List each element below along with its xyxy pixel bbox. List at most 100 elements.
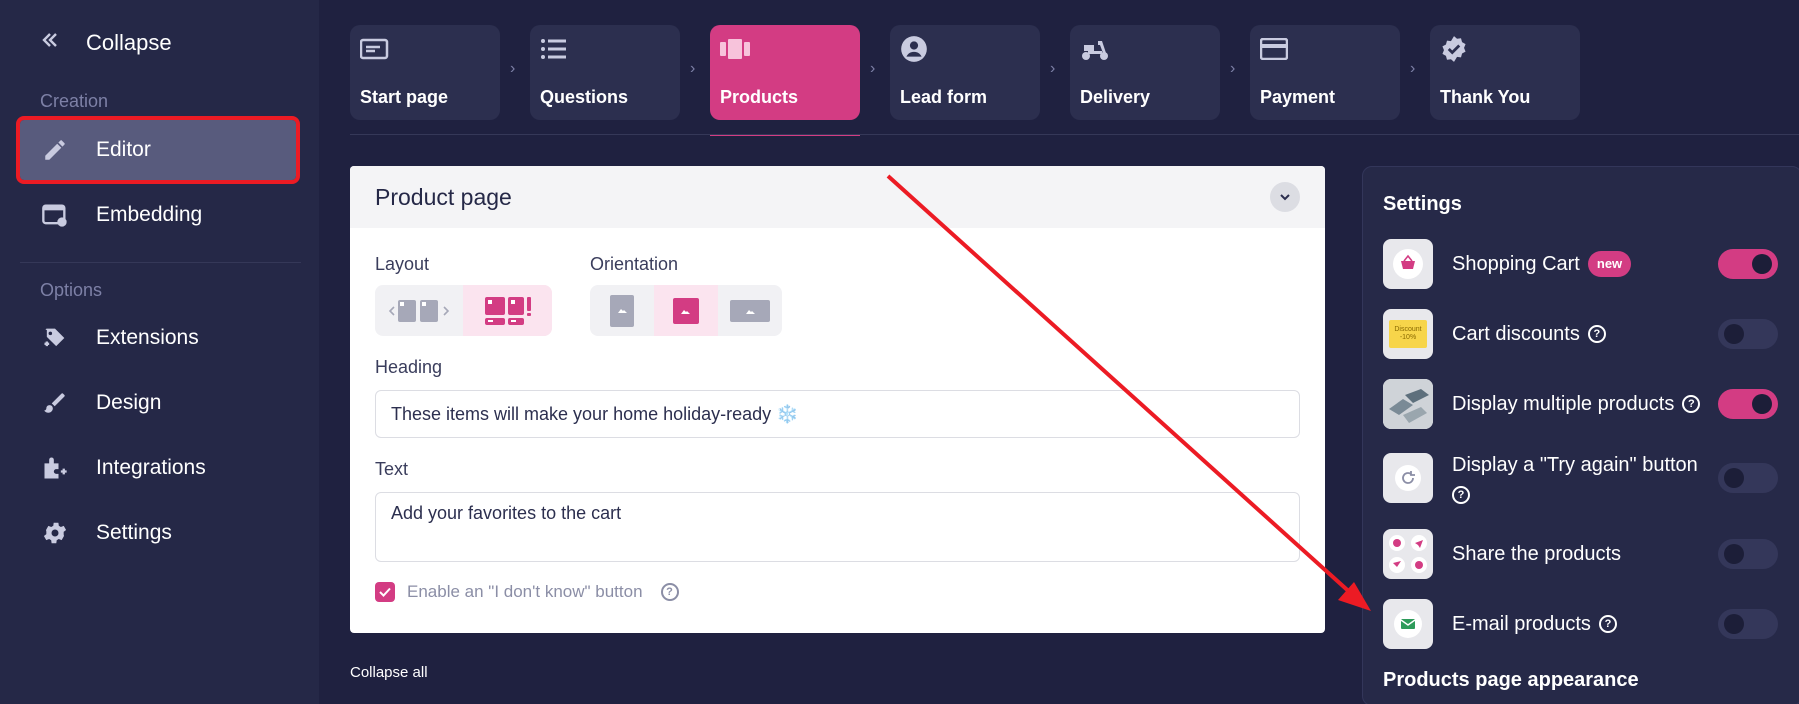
- step-label: Payment: [1260, 87, 1336, 107]
- try-again-toggle[interactable]: [1718, 463, 1778, 493]
- products-page-appearance-title: Products page appearance: [1383, 669, 1639, 691]
- discount-tag-text: Discount: [1394, 325, 1422, 333]
- products-collage-icon: [1383, 379, 1433, 429]
- email-icon: [1394, 610, 1422, 638]
- verified-icon: [1440, 35, 1470, 63]
- step-products[interactable]: Products: [710, 25, 860, 136]
- orientation-landscape-option[interactable]: [718, 285, 782, 336]
- setting-multiple-products: Display multiple products ?: [1383, 378, 1783, 430]
- layout-selector: [375, 285, 552, 336]
- sidebar-item-embedding[interactable]: Embedding: [20, 185, 296, 245]
- grid-icon: [484, 296, 531, 325]
- step-lead-form[interactable]: Lead form: [890, 25, 1040, 120]
- text-textarea[interactable]: Add your favorites to the cart: [375, 492, 1300, 562]
- orientation-portrait-option[interactable]: [590, 285, 654, 336]
- setting-try-again: Display a "Try again" button ?: [1383, 448, 1783, 508]
- step-label: Start page: [360, 87, 449, 107]
- dont-know-checkbox[interactable]: [375, 582, 395, 602]
- cart-discounts-thumb: Discount -10%: [1383, 309, 1433, 359]
- chevron-right-icon: ›: [1050, 60, 1056, 77]
- cart-icon: [1393, 249, 1423, 279]
- orientation-square-option[interactable]: [654, 285, 718, 336]
- step-label: Questions: [540, 87, 629, 107]
- layout-label: Layout: [375, 254, 430, 274]
- refresh-icon: [1395, 465, 1421, 491]
- section-creation: Creation: [40, 91, 109, 111]
- start-page-icon: [360, 35, 390, 63]
- shopping-cart-toggle[interactable]: [1718, 249, 1778, 279]
- cart-discounts-toggle[interactable]: [1718, 319, 1778, 349]
- sidebar-item-label: Design: [96, 391, 162, 414]
- step-label: Thank You: [1440, 87, 1531, 107]
- sidebar-item-extensions[interactable]: Extensions: [20, 308, 296, 368]
- setting-label: Display multiple products: [1452, 393, 1675, 415]
- dont-know-label: Enable an "I don't know" button: [407, 582, 643, 601]
- setting-email-products: E-mail products ?: [1383, 598, 1783, 650]
- help-icon[interactable]: ?: [660, 583, 679, 601]
- card-header[interactable]: Product page: [350, 166, 1325, 228]
- help-icon[interactable]: ?: [1598, 615, 1617, 633]
- carousel-icon: [388, 299, 450, 322]
- sidebar-item-integrations[interactable]: Integrations: [20, 438, 296, 498]
- multiple-products-thumb: [1383, 379, 1433, 429]
- step-payment[interactable]: Payment: [1250, 25, 1400, 120]
- brush-icon: [40, 388, 70, 418]
- setting-label: Cart discounts: [1452, 323, 1580, 345]
- chevron-right-icon: ›: [510, 60, 516, 77]
- gear-icon: [40, 518, 70, 548]
- chevron-down-icon: [1280, 194, 1290, 201]
- check-icon: [379, 587, 391, 597]
- setting-label: Share the products: [1452, 543, 1621, 565]
- divider: [20, 262, 301, 263]
- new-badge: new: [1587, 250, 1632, 278]
- setting-label: Shopping Cart: [1452, 252, 1580, 275]
- heading-input[interactable]: These items will make your home holiday-…: [375, 390, 1300, 438]
- step-delivery[interactable]: Delivery: [1070, 25, 1220, 120]
- chevron-right-icon: ›: [1410, 60, 1416, 77]
- list-icon: [540, 35, 570, 63]
- double-chevron-left-icon: [40, 30, 60, 56]
- email-products-thumb: [1383, 599, 1433, 649]
- integrations-icon: [40, 453, 70, 483]
- help-icon[interactable]: ?: [1587, 325, 1606, 343]
- layout-carousel-option[interactable]: [375, 285, 463, 336]
- collapse-label: Collapse: [86, 30, 172, 55]
- sidebar-item-label: Settings: [96, 521, 172, 544]
- user-icon: [900, 35, 930, 63]
- step-thank-you[interactable]: Thank You: [1430, 25, 1580, 120]
- embed-icon: [40, 200, 70, 230]
- help-icon[interactable]: ?: [1452, 486, 1470, 504]
- pencil-icon: [40, 135, 70, 165]
- chevron-right-icon: ›: [1230, 60, 1236, 77]
- puzzle-icon: [40, 323, 70, 353]
- multiple-products-toggle[interactable]: [1718, 389, 1778, 419]
- sidebar-item-settings[interactable]: Settings: [20, 503, 296, 563]
- step-start-page[interactable]: Start page: [350, 25, 500, 120]
- chevron-right-icon: ›: [690, 60, 696, 77]
- email-products-toggle[interactable]: [1718, 609, 1778, 639]
- divider: [350, 134, 1799, 135]
- text-label: Text: [375, 459, 409, 479]
- sidebar-item-label: Integrations: [96, 456, 206, 479]
- setting-share-products: Share the products: [1383, 528, 1783, 580]
- share-products-thumb: [1383, 529, 1433, 579]
- shopping-cart-thumb: [1383, 239, 1433, 289]
- sidebar: Collapse Creation Editor Embedding Optio…: [0, 0, 319, 704]
- step-nav: Start page Questions Products Lead form …: [350, 25, 1580, 136]
- card-collapse-toggle[interactable]: [1270, 182, 1300, 212]
- sidebar-item-design[interactable]: Design: [20, 373, 296, 433]
- help-icon[interactable]: ?: [1682, 395, 1701, 413]
- step-label: Products: [720, 87, 799, 107]
- card-title: Product page: [375, 183, 512, 210]
- setting-label: E-mail products: [1452, 613, 1591, 635]
- layout-grid-option[interactable]: [463, 285, 552, 336]
- setting-cart-discounts: Discount -10% Cart discounts ?: [1383, 308, 1783, 360]
- share-products-toggle[interactable]: [1718, 539, 1778, 569]
- discount-tag-icon: Discount -10%: [1389, 320, 1427, 348]
- product-page-card: Product page Layout Orientation Heading …: [350, 166, 1325, 633]
- step-questions[interactable]: Questions: [530, 25, 680, 120]
- sidebar-item-editor[interactable]: Editor: [16, 116, 300, 184]
- sidebar-item-label: Extensions: [96, 326, 199, 349]
- collapse-all-link[interactable]: Collapse all: [350, 664, 428, 681]
- collapse-button[interactable]: Collapse: [40, 30, 172, 56]
